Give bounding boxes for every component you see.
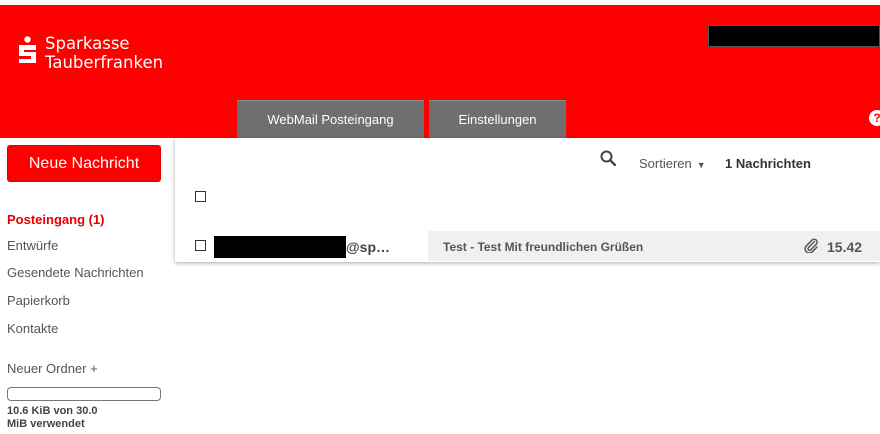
new-message-button[interactable]: Neue Nachricht bbox=[7, 145, 161, 182]
sparkasse-logo-icon bbox=[19, 36, 36, 63]
brand-line-2: Tauberfranken bbox=[45, 53, 164, 72]
sidebar-item-trash[interactable]: Papierkorb bbox=[7, 293, 70, 308]
sidebar-item-contacts[interactable]: Kontakte bbox=[7, 321, 58, 336]
quota-text: 10.6 KiB von 30.0 MiB verwendet bbox=[7, 405, 127, 431]
top-strip bbox=[0, 0, 880, 5]
tab-settings[interactable]: Einstellungen bbox=[429, 100, 566, 138]
sort-label: Sortieren bbox=[639, 156, 692, 171]
brand-logo[interactable]: Sparkasse Tauberfranken bbox=[18, 34, 163, 72]
help-icon[interactable]: ? bbox=[869, 110, 880, 126]
redacted-account-field bbox=[708, 25, 880, 47]
message-sender: @sp… bbox=[346, 239, 390, 255]
brand-name: Sparkasse Tauberfranken bbox=[45, 34, 163, 72]
quota-text-line-2: MiB verwendet bbox=[7, 418, 85, 430]
message-count: 1 Nachrichten bbox=[725, 156, 811, 171]
sort-dropdown[interactable]: Sortieren ▼ bbox=[639, 156, 706, 171]
message-time: 15.42 bbox=[827, 239, 863, 255]
sidebar-item-inbox[interactable]: Posteingang (1) bbox=[7, 212, 105, 227]
tab-webmail-inbox[interactable]: WebMail Posteingang bbox=[237, 100, 424, 138]
sidebar-item-sent[interactable]: Gesendete Nachrichten bbox=[7, 265, 144, 280]
redacted-sender bbox=[214, 236, 346, 258]
message-subject[interactable]: Test - Test Mit freundlichen Grüßen bbox=[443, 240, 643, 254]
brand-line-1: Sparkasse bbox=[45, 34, 130, 53]
paperclip-icon bbox=[804, 238, 818, 253]
caret-down-icon: ▼ bbox=[696, 160, 706, 170]
message-checkbox[interactable] bbox=[195, 240, 206, 251]
quota-bar bbox=[7, 387, 161, 401]
new-folder-link[interactable]: Neuer Ordner + bbox=[7, 361, 98, 376]
quota-text-line-1: 10.6 KiB von 30.0 bbox=[7, 405, 98, 417]
select-all-checkbox[interactable] bbox=[195, 191, 206, 202]
sidebar-item-drafts[interactable]: Entwürfe bbox=[7, 238, 58, 253]
search-icon[interactable] bbox=[600, 150, 616, 166]
